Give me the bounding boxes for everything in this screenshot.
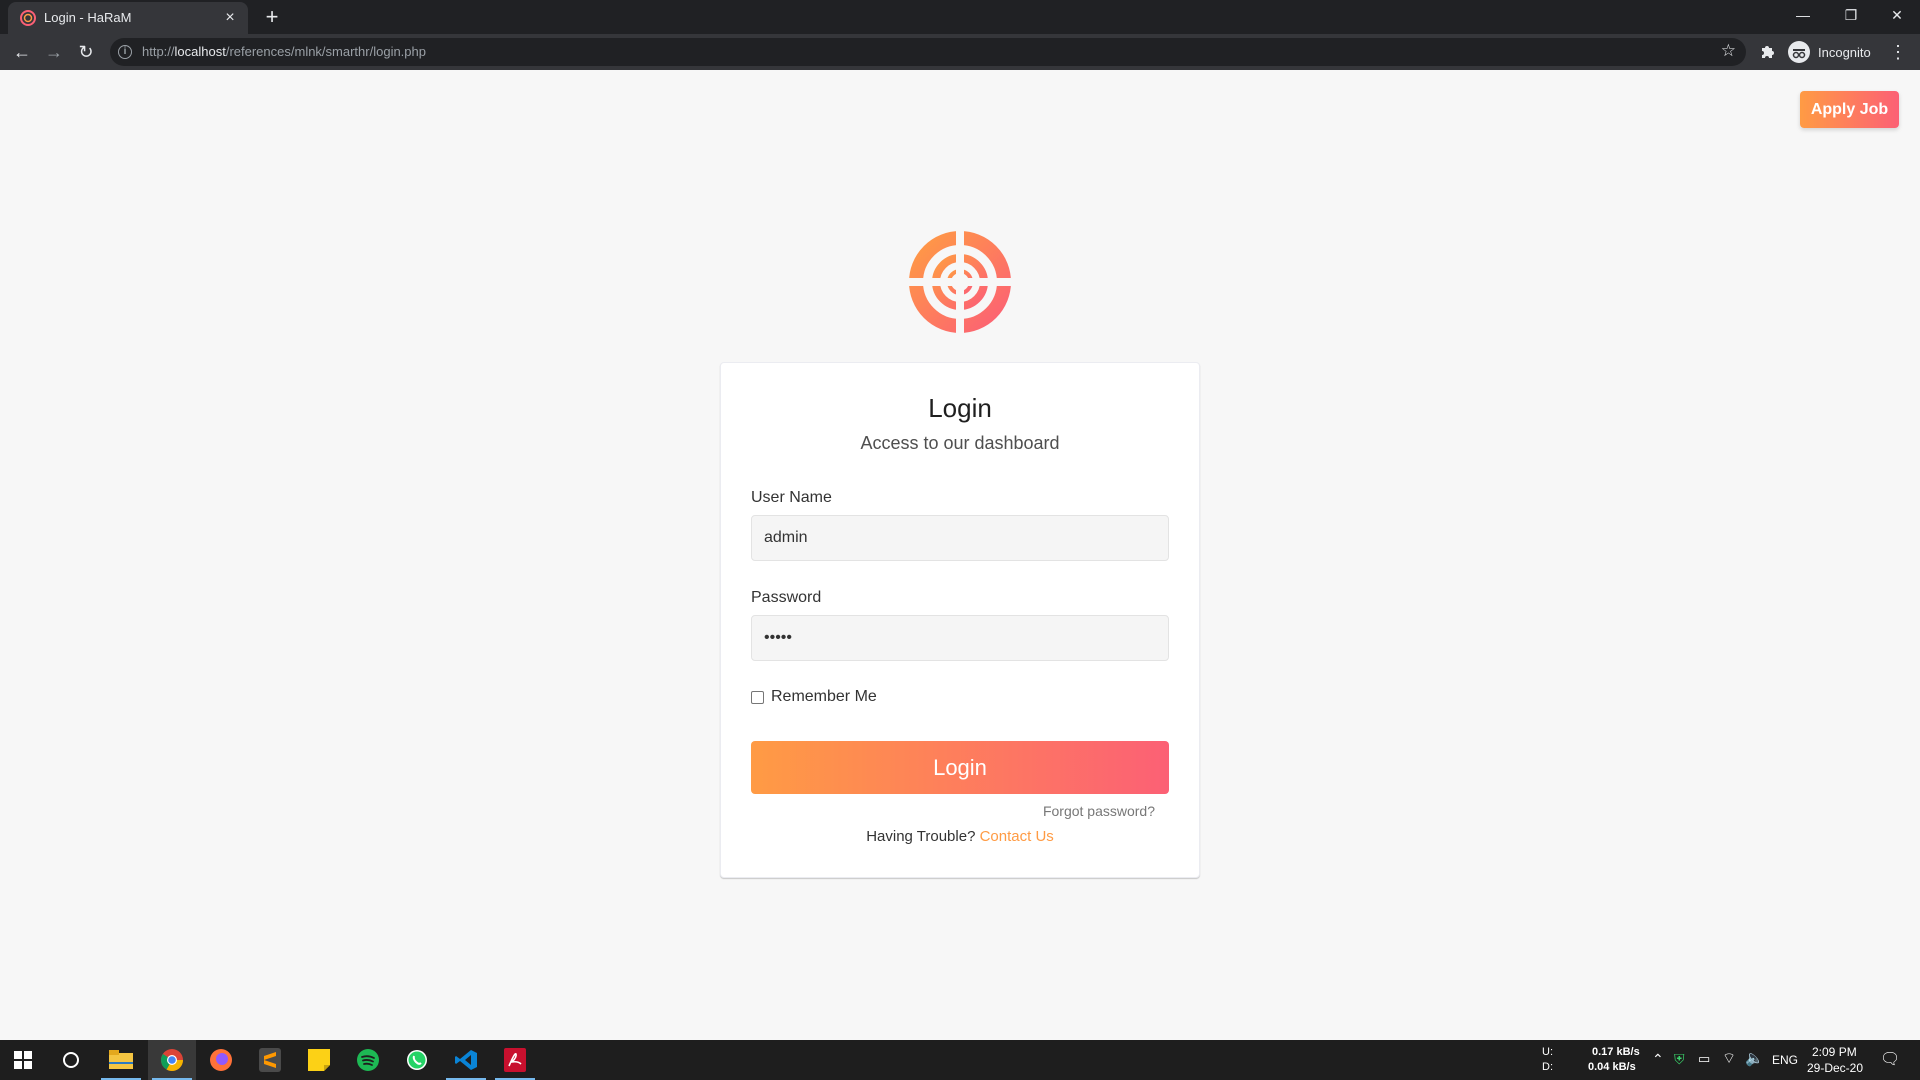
notification-center-icon[interactable]: 🗨 bbox=[1880, 1049, 1900, 1069]
login-card: Login Access to our dashboard User Name … bbox=[720, 362, 1200, 878]
restore-button[interactable]: ❐ bbox=[1828, 0, 1874, 30]
back-arrow-icon[interactable]: ← bbox=[8, 38, 36, 66]
address-bar[interactable]: i http://localhost/references/mlnk/smart… bbox=[110, 38, 1746, 66]
net-upload-speed: 0.17 kB/s bbox=[1592, 1046, 1640, 1058]
contact-us-link[interactable]: Contact Us bbox=[980, 828, 1054, 845]
forgot-password-link[interactable]: Forgot password? bbox=[1043, 803, 1155, 819]
new-tab-button[interactable]: + bbox=[258, 4, 286, 32]
tab-close-icon[interactable]: × bbox=[220, 8, 240, 28]
windows-taskbar: U: D: 0.17 kB/s 0.04 kB/s ⌃ ⛨ ▭ ⌔ 🔈 ENG … bbox=[0, 1040, 1920, 1080]
wifi-icon[interactable]: ⌔ bbox=[1722, 1049, 1736, 1068]
trouble-text: Having Trouble? Contact Us bbox=[721, 828, 1199, 845]
language-indicator[interactable]: ENG bbox=[1772, 1053, 1798, 1067]
url-text[interactable]: http://localhost/references/mlnk/smarthr… bbox=[142, 44, 426, 59]
browser-tab-strip: Login - HaRaM × + — ❐ ✕ bbox=[0, 0, 1920, 34]
volume-icon[interactable]: 🔈 bbox=[1745, 1049, 1764, 1067]
bookmark-star-icon[interactable]: ☆ bbox=[1721, 41, 1736, 61]
remember-me-label[interactable]: Remember Me bbox=[771, 688, 877, 706]
brand-logo bbox=[908, 230, 1012, 334]
password-input[interactable] bbox=[751, 615, 1169, 661]
username-label: User Name bbox=[751, 489, 832, 506]
reload-icon[interactable]: ↻ bbox=[72, 38, 100, 66]
trouble-label: Having Trouble? bbox=[866, 828, 976, 845]
login-button[interactable]: Login bbox=[751, 741, 1169, 794]
username-input[interactable] bbox=[751, 515, 1169, 561]
apply-job-button[interactable]: Apply Job bbox=[1800, 91, 1899, 128]
minimize-button[interactable]: — bbox=[1780, 0, 1826, 30]
forward-arrow-icon[interactable]: → bbox=[40, 38, 68, 66]
remember-me-checkbox[interactable] bbox=[751, 691, 764, 704]
url-host: localhost bbox=[174, 44, 226, 59]
sticky-notes-icon[interactable] bbox=[304, 1045, 334, 1075]
acrobat-icon[interactable] bbox=[500, 1045, 530, 1075]
battery-icon[interactable]: ▭ bbox=[1698, 1051, 1710, 1067]
sublime-text-icon[interactable] bbox=[255, 1045, 285, 1075]
clock-date[interactable]: 29-Dec-20 bbox=[1807, 1061, 1863, 1075]
incognito-icon bbox=[1788, 41, 1810, 63]
defender-shield-icon[interactable]: ⛨ bbox=[1674, 1051, 1685, 1068]
browser-tab[interactable]: Login - HaRaM × bbox=[8, 2, 248, 34]
vscode-icon[interactable] bbox=[451, 1045, 481, 1075]
windows-start-icon[interactable] bbox=[8, 1045, 38, 1075]
tray-chevron-up-icon[interactable]: ⌃ bbox=[1652, 1051, 1664, 1068]
cortana-icon[interactable] bbox=[56, 1045, 86, 1075]
file-explorer-icon[interactable] bbox=[106, 1045, 136, 1075]
extensions-puzzle-icon[interactable] bbox=[1758, 42, 1778, 62]
net-upload-label: U: bbox=[1542, 1046, 1553, 1058]
window-close-button[interactable]: ✕ bbox=[1874, 0, 1920, 30]
browser-toolbar: ← → ↻ i http://localhost/references/mlnk… bbox=[0, 34, 1920, 70]
net-download-speed: 0.04 kB/s bbox=[1588, 1061, 1636, 1073]
site-info-icon[interactable]: i bbox=[118, 45, 132, 59]
page-subtitle: Access to our dashboard bbox=[860, 433, 1060, 453]
browser-menu-icon[interactable]: ⋮ bbox=[1888, 40, 1908, 64]
net-download-label: D: bbox=[1542, 1061, 1553, 1073]
firefox-icon[interactable] bbox=[206, 1045, 236, 1075]
url-prefix: http:// bbox=[142, 44, 175, 59]
incognito-label: Incognito bbox=[1818, 45, 1871, 60]
spotify-icon[interactable] bbox=[353, 1045, 383, 1075]
clock-time[interactable]: 2:09 PM bbox=[1812, 1045, 1857, 1059]
url-path: /references/mlnk/smarthr/login.php bbox=[225, 44, 426, 59]
whatsapp-icon[interactable] bbox=[402, 1045, 432, 1075]
password-label: Password bbox=[751, 589, 822, 606]
chrome-icon[interactable] bbox=[157, 1045, 187, 1075]
tab-title: Login - HaRaM bbox=[44, 10, 132, 25]
site-favicon-icon bbox=[20, 10, 36, 26]
page-title: Login bbox=[928, 393, 992, 423]
